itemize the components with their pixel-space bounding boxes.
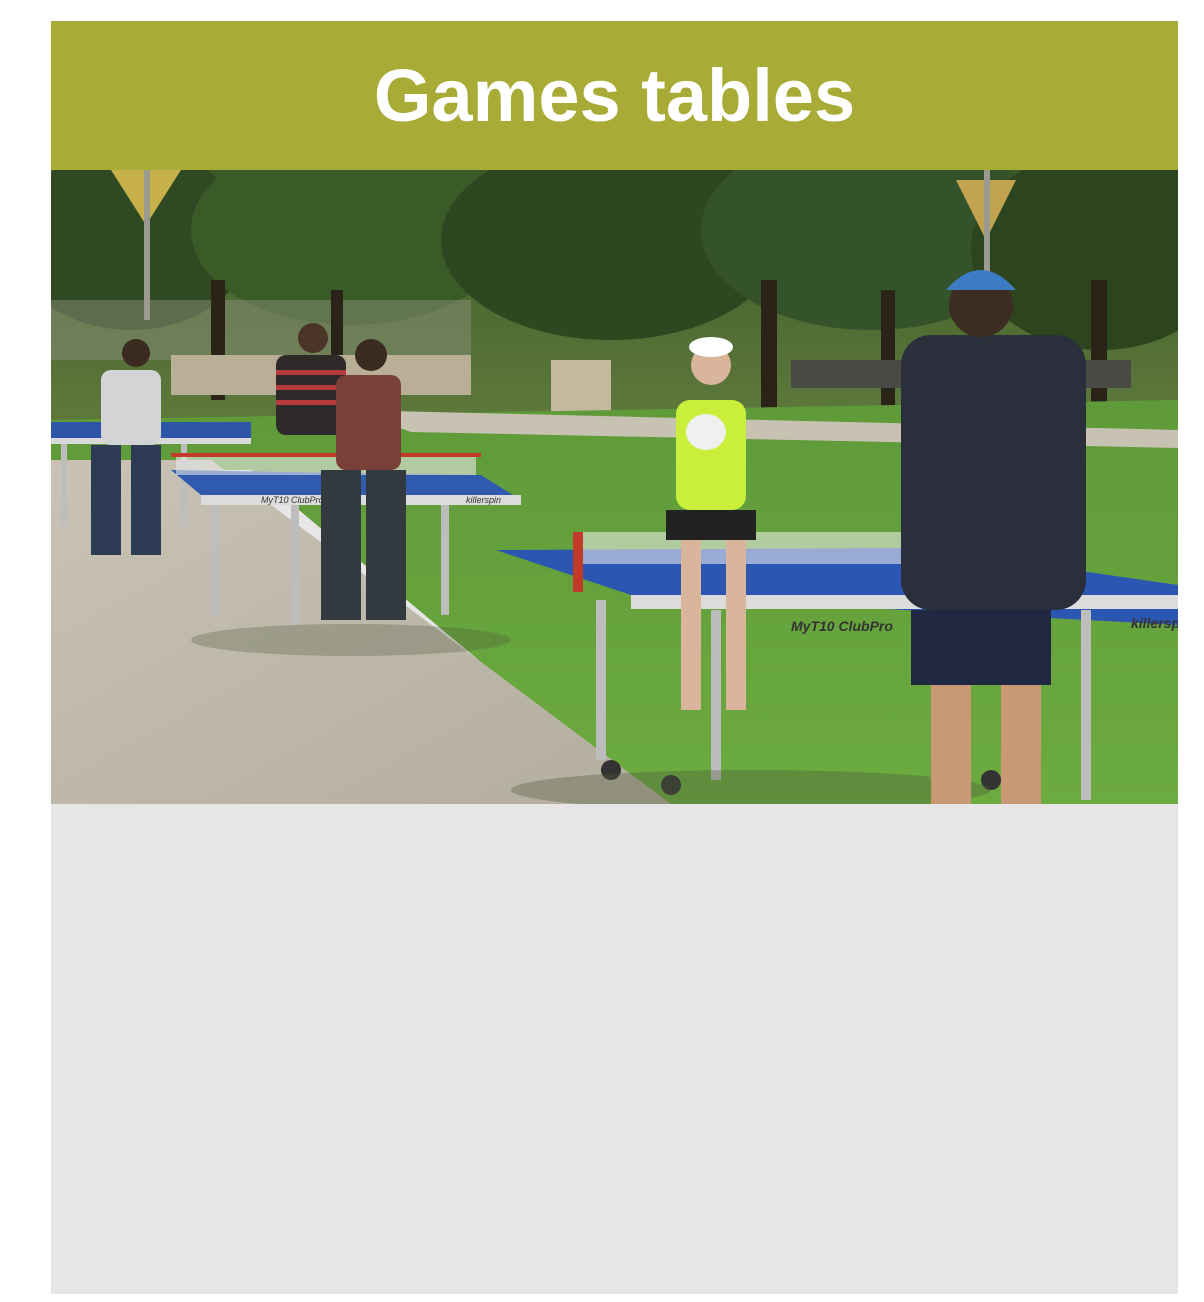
ping-pong-photo: MyT10 ClubPro killerspin MyT10 ClubPro k…: [51, 170, 1178, 804]
card-header: Games tables: [51, 21, 1178, 170]
middle-table-model-label: MyT10 ClubPro: [261, 495, 324, 505]
card-title: Games tables: [373, 54, 856, 137]
photo-illustration: MyT10 ClubPro killerspin MyT10 ClubPro k…: [51, 170, 1178, 804]
right-table-model-label: MyT10 ClubPro: [791, 618, 893, 634]
middle-table-brand-label: killerspin: [466, 495, 501, 505]
games-tables-card: Games tables MyT10 ClubPro killerspin My…: [51, 21, 1178, 1294]
card-body: [51, 804, 1178, 1294]
right-table-brand-label: killersp: [1131, 615, 1178, 631]
